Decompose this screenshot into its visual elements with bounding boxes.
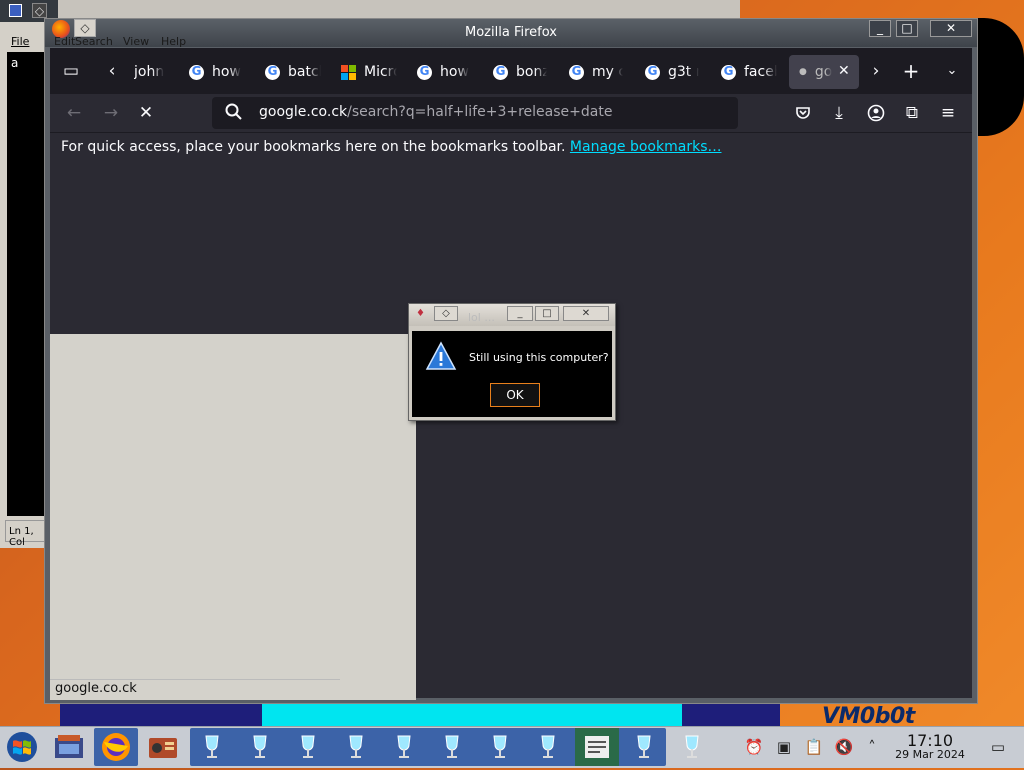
- dialog-message: Still using this computer?: [469, 351, 609, 364]
- ok-button[interactable]: OK: [490, 383, 540, 407]
- tab-9[interactable]: ● go: [799, 56, 839, 88]
- notifications-icon[interactable]: ▭: [988, 737, 1008, 757]
- pocket-icon[interactable]: [788, 98, 818, 128]
- clipboard-icon[interactable]: 📋: [804, 737, 824, 757]
- back-arrow-icon[interactable]: ←: [59, 98, 89, 128]
- scroll-tabs-right-icon[interactable]: ›: [860, 55, 892, 87]
- overlap-menu-help: Help: [161, 35, 187, 48]
- search-icon: [224, 102, 244, 126]
- taskbar-radio-icon[interactable]: [141, 728, 185, 766]
- google-icon: [569, 64, 584, 80]
- extensions-icon[interactable]: ⧉: [897, 98, 927, 128]
- tab-label: bonz: [516, 64, 547, 80]
- dialog-close-button[interactable]: ✕: [563, 306, 609, 321]
- tab-label: my c: [592, 64, 623, 80]
- maximize-button[interactable]: □: [896, 20, 918, 37]
- tab-label: faceb: [744, 64, 777, 80]
- google-icon: [493, 64, 508, 80]
- window-menu-diamond-icon[interactable]: ◇: [434, 306, 458, 321]
- warning-icon: [425, 340, 457, 376]
- overlap-menu-edit: Edit: [54, 35, 76, 48]
- taskbar-wine-glass-icon[interactable]: [245, 733, 275, 763]
- overlap-menu-view: View: [123, 35, 150, 48]
- account-icon[interactable]: [861, 98, 891, 128]
- url-path: /search?q=half+life+3+release+date: [347, 104, 613, 120]
- notepad-text-area[interactable]: a: [7, 52, 45, 516]
- tray-app-icon[interactable]: ▣: [774, 737, 794, 757]
- taskbar-wine-glass-icon[interactable]: [485, 733, 515, 763]
- forward-arrow-icon[interactable]: →: [96, 98, 126, 128]
- desktop-wallpaper-shape: [972, 18, 1024, 136]
- google-icon: [721, 64, 736, 80]
- tab-2[interactable]: batch: [265, 56, 321, 88]
- tab-5[interactable]: bonz: [493, 56, 547, 88]
- tab-label: go: [814, 64, 833, 80]
- alarm-clock-icon[interactable]: ⏰: [744, 737, 764, 757]
- tab-3[interactable]: Micro: [341, 56, 397, 88]
- overlap-menu-search: Search: [75, 35, 113, 48]
- tab-4[interactable]: how: [417, 56, 469, 88]
- google-icon: [645, 64, 660, 80]
- new-tab-icon[interactable]: +: [895, 55, 927, 87]
- tab-label: Micro: [364, 64, 397, 80]
- url-text[interactable]: google.co.ck/search?q=half+life+3+releas…: [259, 104, 612, 120]
- taskbar-wine-glass-icon[interactable]: [293, 733, 323, 763]
- tab-1[interactable]: how: [189, 56, 241, 88]
- microsoft-icon: [341, 64, 356, 80]
- clock-date[interactable]: 29 Mar 2024: [880, 748, 980, 761]
- taskbar-wine-glass-icon[interactable]: [197, 733, 227, 763]
- page-content-rendered-area: [50, 334, 416, 700]
- firefox-view-icon[interactable]: ▭: [55, 55, 87, 87]
- stop-loading-icon[interactable]: ✕: [131, 98, 161, 128]
- taskbar-wine-glass-icon[interactable]: [629, 733, 659, 763]
- manage-bookmarks-link[interactable]: Manage bookmarks…: [570, 139, 722, 155]
- status-url: google.co.ck: [50, 679, 340, 699]
- google-icon: [417, 64, 432, 80]
- tab-label: john: [134, 64, 165, 80]
- tab-8[interactable]: faceb: [721, 56, 777, 88]
- url-host: google.co.ck: [259, 104, 348, 120]
- taskbar-notepad-icon[interactable]: [575, 728, 619, 766]
- tab-label: how: [212, 64, 241, 80]
- desktop-background-strip: [0, 0, 740, 20]
- window-menu-diamond-icon[interactable]: ◇: [32, 3, 47, 18]
- dialog-app-icon: ♦: [416, 308, 425, 319]
- downloads-icon[interactable]: ⤓: [824, 98, 854, 128]
- taskbar-wine-glass-icon[interactable]: [677, 733, 707, 763]
- dialog-title: lol ...: [468, 311, 495, 324]
- tab-label: how: [440, 64, 469, 80]
- taskbar-wine-glass-icon[interactable]: [389, 733, 419, 763]
- google-icon: [189, 64, 204, 80]
- google-icon: [265, 64, 280, 80]
- loading-dot-icon: ●: [799, 67, 807, 77]
- taskbar-wine-glass-icon[interactable]: [533, 733, 563, 763]
- notepad-menu-file[interactable]: File: [11, 35, 29, 48]
- dialog-minimize-button[interactable]: _: [507, 306, 533, 321]
- dialog-maximize-button[interactable]: □: [535, 306, 559, 321]
- tab-label: g3t r: [668, 64, 699, 80]
- notepad-app-icon: [9, 4, 22, 17]
- menu-icon[interactable]: ≡: [933, 98, 963, 128]
- minimize-button[interactable]: _: [869, 20, 891, 37]
- tab-0[interactable]: john: [134, 56, 168, 88]
- bookmarks-hint-text: For quick access, place your bookmarks h…: [61, 139, 566, 155]
- tab-label: batch: [288, 64, 321, 80]
- close-button[interactable]: ✕: [930, 20, 972, 37]
- tab-6[interactable]: my c: [569, 56, 623, 88]
- scroll-tabs-left-icon[interactable]: ‹: [96, 55, 128, 87]
- taskbar-wine-glass-icon[interactable]: [341, 733, 371, 763]
- start-menu-button[interactable]: [4, 730, 40, 764]
- taskbar-wine-glass-icon[interactable]: [437, 733, 467, 763]
- close-tab-icon[interactable]: ✕: [838, 63, 850, 79]
- chevron-up-icon[interactable]: ˄: [862, 737, 882, 757]
- taskbar-file-manager-icon[interactable]: [47, 728, 91, 766]
- taskbar-firefox-icon[interactable]: [94, 728, 138, 766]
- list-all-tabs-icon[interactable]: ⌄: [936, 55, 968, 87]
- volume-muted-icon[interactable]: 🔇: [834, 737, 854, 757]
- bookmarks-hint: For quick access, place your bookmarks h…: [61, 139, 721, 155]
- tab-7[interactable]: g3t r: [645, 56, 699, 88]
